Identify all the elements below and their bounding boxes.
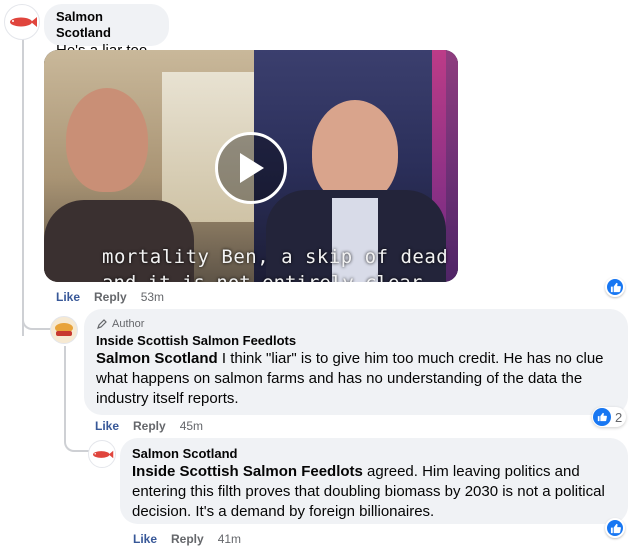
reply-button[interactable]: Reply <box>133 419 166 433</box>
comment-author[interactable]: Salmon Scotland <box>56 9 157 41</box>
thread-elbow-reply-1 <box>22 300 52 330</box>
like-reaction-badge[interactable] <box>605 277 625 297</box>
comment-actions-1: Like Reply 53m <box>56 290 164 304</box>
author-badge: Author <box>96 317 616 331</box>
reaction-count-pill[interactable]: 2 <box>592 407 627 427</box>
reply-button[interactable]: Reply <box>171 532 204 546</box>
thread-line-main <box>22 36 24 336</box>
comment-text: Salmon Scotland I think "liar" is to giv… <box>96 349 616 409</box>
play-icon <box>240 153 264 183</box>
like-button[interactable]: Like <box>133 532 157 546</box>
comment-actions-3: Like Reply 41m <box>133 532 241 546</box>
play-button[interactable] <box>215 132 287 204</box>
video-person-left-body <box>44 200 194 282</box>
comment-text: Inside Scottish Salmon Feedlots agreed. … <box>132 462 616 522</box>
video-attachment[interactable]: mortality Ben, a skip of dead fis and it… <box>44 50 458 282</box>
avatar-salmon-scotland[interactable] <box>88 440 116 468</box>
comment-timestamp[interactable]: 41m <box>218 532 241 546</box>
pencil-icon <box>97 319 107 329</box>
comment-author[interactable]: Salmon Scotland <box>132 446 616 462</box>
thread-elbow-reply-2 <box>64 424 90 452</box>
avatar-salmon-scotland[interactable] <box>4 4 40 40</box>
thumbs-up-icon <box>610 282 621 292</box>
comment-timestamp[interactable]: 53m <box>141 290 164 304</box>
comment-author[interactable]: Inside Scottish Salmon Feedlots <box>96 333 616 349</box>
video-person-right-head <box>312 100 398 204</box>
salmon-logo-icon <box>93 450 114 458</box>
like-reaction-badge[interactable] <box>605 518 625 538</box>
thread-line-reply <box>64 346 66 434</box>
comment-bubble-2[interactable]: Author Inside Scottish Salmon Feedlots S… <box>84 309 628 415</box>
like-button[interactable]: Like <box>56 290 80 304</box>
thumbs-up-icon <box>597 412 607 422</box>
video-caption: mortality Ben, a skip of dead fis <box>102 246 458 268</box>
comment-bubble-3[interactable]: Salmon Scotland Inside Scottish Salmon F… <box>120 438 628 524</box>
video-caption: and it is not entirely clear <box>102 272 422 282</box>
reply-button[interactable]: Reply <box>94 290 127 304</box>
feedlots-logo-icon <box>55 323 73 336</box>
comment-actions-2: Like Reply 45m <box>95 419 203 433</box>
like-reaction-badge <box>593 408 611 426</box>
video-person-right-shirt <box>332 198 378 282</box>
video-person-left-head <box>66 88 148 192</box>
mention-link[interactable]: Salmon Scotland <box>96 350 218 367</box>
avatar-inside-scottish-salmon-feedlots[interactable] <box>50 316 78 344</box>
like-button[interactable]: Like <box>95 419 119 433</box>
comment-timestamp[interactable]: 45m <box>180 419 203 433</box>
author-badge-label: Author <box>112 318 145 330</box>
salmon-logo-icon <box>10 17 37 27</box>
reaction-count: 2 <box>615 409 623 425</box>
thumbs-up-icon <box>610 523 621 533</box>
comment-bubble-1[interactable]: Salmon Scotland He's a liar too. <box>44 4 169 59</box>
mention-link[interactable]: Inside Scottish Salmon Feedlots <box>132 463 363 480</box>
